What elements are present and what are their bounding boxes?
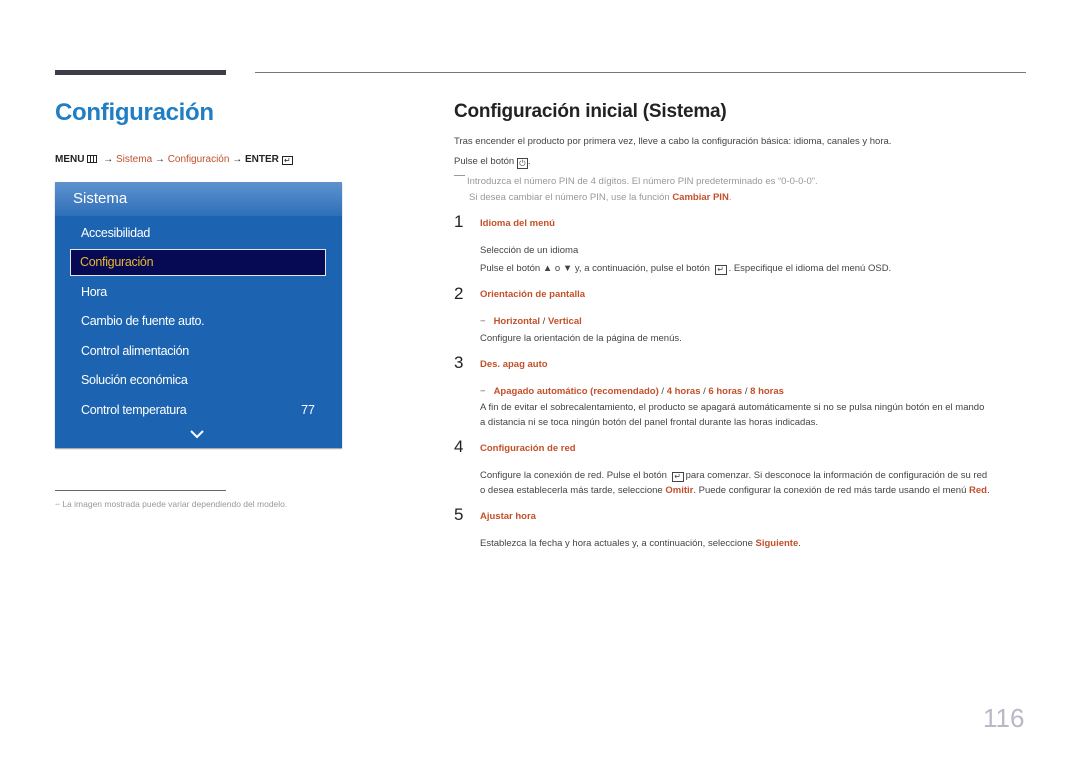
option: Vertical <box>547 316 582 327</box>
arrow: → <box>103 154 114 165</box>
intro-text: Tras encender el producto por primera ve… <box>454 136 892 147</box>
option: 8 horas <box>750 386 784 397</box>
option: Horizontal <box>493 316 541 327</box>
options-line: − Apagado automático (recomendado) / 4 ho… <box>480 386 784 397</box>
text: Introduzca el número PIN de 4 dígitos. E… <box>467 176 818 187</box>
page-number: 116 <box>983 703 1025 733</box>
osd-header-title: Sistema <box>73 190 128 207</box>
down-arrow-icon: ▼ <box>562 263 573 274</box>
step-title-red: Configuración de red <box>480 443 576 454</box>
text: o desea establecerla más tarde, seleccio… <box>480 485 663 496</box>
text: . <box>798 538 801 549</box>
text: Pulse el botón <box>480 263 541 274</box>
text: . Especifique el idioma del menú OSD. <box>728 263 892 274</box>
step-text: Configure la conexión de red. Pulse el b… <box>480 470 987 482</box>
text: . Puede configurar la conexión de red má… <box>693 485 967 496</box>
text: . <box>527 156 531 167</box>
text: . <box>728 192 732 203</box>
cambiar-pin-link: Cambiar PIN <box>672 192 729 203</box>
up-arrow-icon: ▲ <box>542 263 553 274</box>
options-line: − Horizontal / Vertical <box>480 316 582 327</box>
menu-path: MENU → Sistema → Configuración → ENTER ↵ <box>55 154 293 165</box>
step-text: Pulse el botón ▲ o ▼ y, a continuación, … <box>480 263 891 275</box>
step-title-ajustar-hora: Ajustar hora <box>480 511 536 522</box>
step-text: Selección de un idioma <box>480 245 579 256</box>
menu-icon <box>87 155 98 163</box>
step-title-des-apag: Des. apag auto <box>480 359 548 370</box>
arrow: → <box>154 154 165 165</box>
osd-item-hora[interactable]: Hora <box>81 285 107 299</box>
chevron-down-icon[interactable] <box>190 430 204 439</box>
text: y, a continuación, pulse el botón <box>574 263 710 274</box>
osd-item-configuracion[interactable]: Configuración <box>70 249 326 276</box>
footnote-rule <box>55 490 226 491</box>
step-number: 5 <box>454 505 464 524</box>
step-text: a distancia ni se toca ningún botón del … <box>480 417 819 428</box>
enter-icon: ↵ <box>671 472 684 482</box>
pin-note-1: Introduzca el número PIN de 4 dígitos. E… <box>454 175 818 187</box>
step-number: 4 <box>454 437 464 456</box>
option: 6 horas <box>708 386 743 397</box>
arrow: → <box>232 154 243 165</box>
option: Apagado automático (recomendado) <box>493 386 659 397</box>
osd-item-control-alimentacion[interactable]: Control alimentación <box>81 344 189 358</box>
option: 4 horas <box>666 386 701 397</box>
header-rule-thin <box>255 72 1026 73</box>
step-text: Configure la orientación de la página de… <box>480 333 682 344</box>
step-number: 1 <box>454 212 464 231</box>
siguiente-link: Siguiente <box>755 538 799 549</box>
path-sistema: Sistema <box>116 154 153 165</box>
enter-label: ENTER <box>244 154 279 165</box>
osd-temperature-value: 77 <box>301 403 315 417</box>
page-title: Configuración <box>55 99 214 126</box>
step-title-idioma: Idioma del menú <box>480 218 555 229</box>
step-text: A fin de evitar el sobrecalentamiento, e… <box>480 402 985 413</box>
step-text: Establezca la fecha y hora actuales y, a… <box>480 538 801 549</box>
power-icon: ⏻ <box>516 158 528 169</box>
step-number: 3 <box>454 353 464 372</box>
dash: − <box>480 386 486 397</box>
text: Si desea cambiar el número PIN, use la f… <box>469 192 670 203</box>
step-number: 2 <box>454 284 464 303</box>
osd-item-solucion-economica[interactable]: Solución económica <box>81 373 188 387</box>
text: o <box>554 263 561 274</box>
osd-item-accesibilidad[interactable]: Accesibilidad <box>81 226 150 240</box>
enter-icon: ↵ <box>714 265 727 275</box>
header-rule-thick <box>55 70 226 75</box>
text: Configure la conexión de red. Pulse el b… <box>480 470 667 481</box>
osd-item-control-temperatura[interactable]: Control temperatura <box>81 403 187 417</box>
osd-header: Sistema <box>55 182 342 216</box>
path-configuracion: Configuración <box>167 154 230 165</box>
step-text: o desea establecerla más tarde, seleccio… <box>480 485 990 496</box>
press-power-text: Pulse el botón ⏻. <box>454 156 531 169</box>
text: Pulse el botón <box>454 156 515 167</box>
text: para comenzar. Si desconoce la informaci… <box>685 470 988 481</box>
footnote: − La imagen mostrada puede variar depend… <box>55 499 288 509</box>
note-dash <box>454 175 465 176</box>
text: Establezca la fecha y hora actuales y, a… <box>480 538 753 549</box>
step-title-orientacion: Orientación de pantalla <box>480 289 586 300</box>
osd-item-cambio-fuente[interactable]: Cambio de fuente auto. <box>81 314 205 328</box>
pin-note-2: Si desea cambiar el número PIN, use la f… <box>469 192 731 203</box>
osd-menu: Sistema Accesibilidad Configuración Hora… <box>55 182 342 448</box>
red-link: Red <box>969 485 987 496</box>
text: . <box>986 485 990 496</box>
omitir-link: Omitir <box>665 485 694 496</box>
section-title: Configuración inicial (Sistema) <box>454 101 727 122</box>
dash: − <box>480 316 486 327</box>
enter-icon: ↵ <box>281 156 293 165</box>
menu-label: MENU <box>55 154 85 165</box>
